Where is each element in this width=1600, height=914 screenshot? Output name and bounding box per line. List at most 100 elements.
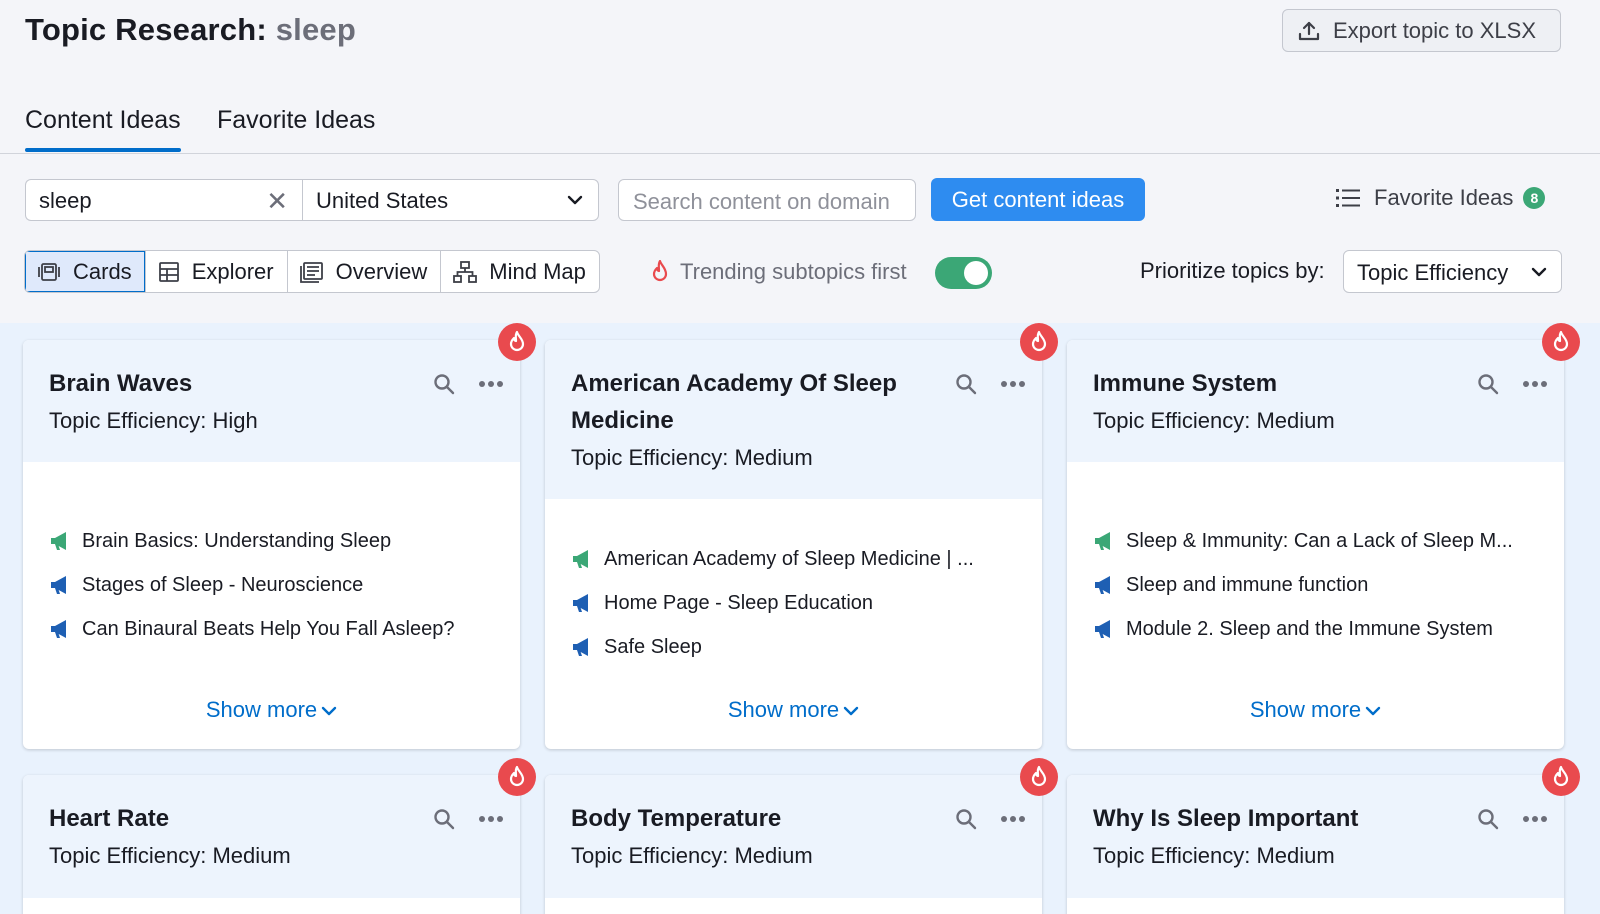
favorite-ideas-label: Favorite Ideas <box>1374 185 1514 210</box>
idea-item[interactable]: Can Binaural Beats Help You Fall Asleep? <box>49 607 494 651</box>
topic-card[interactable]: American Academy Of Sleep Medicine Topic… <box>545 340 1042 749</box>
country-select-value: United States <box>316 188 449 213</box>
chevron-down-icon <box>843 706 859 716</box>
topic-card[interactable]: Body Temperature Topic Efficiency: Mediu… <box>545 775 1042 914</box>
idea-item[interactable]: American Academy of Sleep Medicine | ... <box>571 537 1016 581</box>
megaphone-blue-icon <box>51 620 66 638</box>
cards-icon <box>38 262 60 281</box>
view-mindmap-label: Mind Map <box>489 258 586 284</box>
show-more-button[interactable]: Show more <box>23 697 520 723</box>
topic-card[interactable]: Immune System Topic Efficiency: Medium S… <box>1067 340 1564 749</box>
trending-label: Trending subtopics first <box>680 259 907 284</box>
topic-card-title[interactable]: Why Is Sleep Important <box>1093 800 1453 837</box>
prioritize-value: Topic Efficiency <box>1357 260 1509 285</box>
trending-subtopics: Trending subtopics first <box>650 259 907 285</box>
search-icon[interactable] <box>432 372 456 396</box>
topic-card-title[interactable]: Body Temperature <box>571 800 931 837</box>
trending-badge <box>1542 758 1580 796</box>
megaphone-blue-icon <box>1095 576 1110 594</box>
idea-item[interactable]: Home Page - Sleep Education <box>571 581 1016 625</box>
search-icon[interactable] <box>1476 372 1500 396</box>
export-button-label: Export topic to XLSX <box>1333 17 1536 43</box>
idea-item[interactable]: Sleep & Immunity: Can a Lack of Sleep M.… <box>1093 519 1538 563</box>
trending-badge <box>1542 323 1580 361</box>
keyword-input-value: sleep <box>39 188 92 213</box>
topic-card-ideas: Brain Basics: Understanding Sleep Stages… <box>23 462 520 651</box>
idea-item[interactable]: Stages of Sleep - Neuroscience <box>49 563 494 607</box>
more-icon[interactable] <box>1522 380 1548 388</box>
domain-search-input[interactable]: Search content on domain <box>618 179 916 221</box>
mindmap-icon <box>453 260 478 283</box>
more-icon[interactable] <box>1000 380 1026 388</box>
country-select[interactable]: United States <box>302 179 599 221</box>
topic-card-efficiency: Topic Efficiency: High <box>49 408 258 433</box>
idea-item[interactable]: Sleep and immune function <box>1093 563 1538 607</box>
trending-badge <box>1020 323 1058 361</box>
keyword-input[interactable]: sleep ✕ <box>25 179 302 221</box>
search-icon[interactable] <box>954 372 978 396</box>
flame-icon <box>1553 765 1569 787</box>
export-button[interactable]: Export topic to XLSX <box>1282 9 1561 52</box>
megaphone-blue-icon <box>51 576 66 594</box>
idea-item[interactable]: Module 2. Sleep and the Immune System <box>1093 607 1538 651</box>
show-more-button[interactable]: Show more <box>545 697 1042 723</box>
more-icon[interactable] <box>478 815 504 823</box>
upload-icon <box>1298 21 1320 40</box>
topic-card-ideas: American Academy of Sleep Medicine | ...… <box>545 499 1042 669</box>
search-icon[interactable] <box>1476 807 1500 831</box>
topic-card-efficiency: Topic Efficiency: Medium <box>49 843 291 868</box>
topic-card-efficiency: Topic Efficiency: Medium <box>571 843 813 868</box>
more-icon[interactable] <box>478 380 504 388</box>
topic-card-title[interactable]: Heart Rate <box>49 800 409 837</box>
trending-badge <box>1020 758 1058 796</box>
view-cards-label: Cards <box>73 258 132 284</box>
megaphone-green-icon <box>573 550 588 568</box>
topic-card-title[interactable]: American Academy Of Sleep Medicine <box>571 365 931 439</box>
more-icon[interactable] <box>1522 815 1548 823</box>
view-cards-button[interactable]: Cards <box>25 251 146 292</box>
page-title: Topic Research: sleep <box>25 12 356 48</box>
flame-icon <box>1553 330 1569 352</box>
view-mindmap-button[interactable]: Mind Map <box>441 251 599 292</box>
trending-badge <box>498 758 536 796</box>
topic-card[interactable]: Heart Rate Topic Efficiency: Medium <box>23 775 520 914</box>
list-icon <box>1336 189 1360 207</box>
topic-card[interactable]: Brain Waves Topic Efficiency: High Brain… <box>23 340 520 749</box>
idea-item[interactable]: Brain Basics: Understanding Sleep <box>49 519 494 563</box>
view-explorer-button[interactable]: Explorer <box>146 251 288 292</box>
megaphone-green-icon <box>1095 532 1110 550</box>
clear-icon[interactable]: ✕ <box>266 186 288 217</box>
search-icon[interactable] <box>954 807 978 831</box>
show-more-button[interactable]: Show more <box>1067 697 1564 723</box>
topic-card[interactable]: Why Is Sleep Important Topic Efficiency:… <box>1067 775 1564 914</box>
trending-toggle[interactable] <box>935 257 992 289</box>
flame-icon <box>1031 765 1047 787</box>
flame-icon <box>1031 330 1047 352</box>
favorite-count-badge: 8 <box>1523 187 1546 209</box>
domain-search-placeholder: Search content on domain <box>633 189 890 214</box>
prioritize-label: Prioritize topics by: <box>1140 258 1325 283</box>
more-icon[interactable] <box>1000 815 1026 823</box>
get-content-ideas-button[interactable]: Get content ideas <box>931 178 1145 221</box>
chevron-down-icon <box>567 195 583 205</box>
topic-card-efficiency: Topic Efficiency: Medium <box>571 445 813 470</box>
topic-card-header: Body Temperature Topic Efficiency: Mediu… <box>545 775 1042 898</box>
table-icon <box>158 261 179 282</box>
search-icon[interactable] <box>432 807 456 831</box>
favorite-ideas-link[interactable]: Favorite Ideas 8 <box>1336 185 1546 211</box>
overview-icon <box>299 261 323 283</box>
topic-card-title[interactable]: Brain Waves <box>49 365 409 402</box>
topic-card-header: Immune System Topic Efficiency: Medium <box>1067 340 1564 462</box>
view-overview-button[interactable]: Overview <box>288 251 442 292</box>
tab-content-ideas[interactable]: Content Ideas <box>25 106 181 152</box>
megaphone-blue-icon <box>1095 620 1110 638</box>
topic-card-title[interactable]: Immune System <box>1093 365 1453 402</box>
topic-card-header: Brain Waves Topic Efficiency: High <box>23 340 520 462</box>
megaphone-blue-icon <box>573 638 588 656</box>
idea-item[interactable]: Safe Sleep <box>571 625 1016 669</box>
tab-favorite-ideas[interactable]: Favorite Ideas <box>217 106 375 135</box>
prioritize-select[interactable]: Topic Efficiency <box>1343 250 1562 293</box>
topic-card-efficiency: Topic Efficiency: Medium <box>1093 843 1335 868</box>
chevron-down-icon <box>1531 267 1547 277</box>
megaphone-blue-icon <box>573 594 588 612</box>
